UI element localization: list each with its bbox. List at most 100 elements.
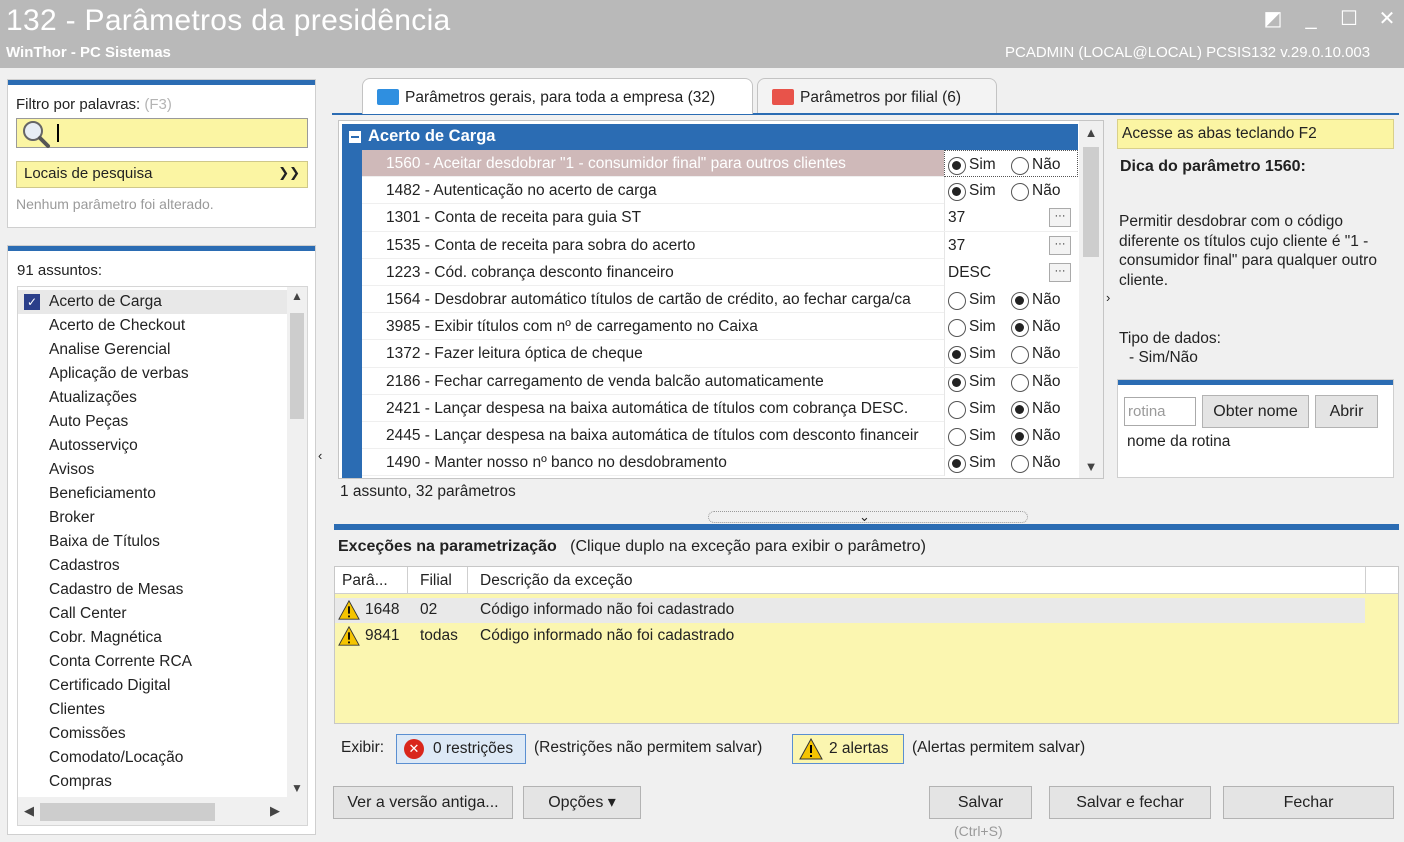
subject-item[interactable]: Aplicação de verbas [18,362,288,386]
scroll-left-icon[interactable]: ◀ [24,803,34,819]
maximize-icon[interactable]: ☐ [1336,6,1362,32]
minimize-icon[interactable]: _ [1298,6,1324,32]
radio-nao[interactable]: Não [1011,373,1060,392]
radio-nao[interactable]: Não [1011,318,1060,338]
alerts-filter-button[interactable]: 2 alertas [792,734,904,764]
scroll-up-icon[interactable]: ▲ [1079,125,1103,140]
subject-item[interactable]: Clientes [18,698,288,722]
close-button[interactable]: Fechar [1223,786,1394,819]
ellipsis-button[interactable]: ··· [1049,235,1071,255]
parameter-value[interactable]: Sim Não [944,394,1078,422]
scroll-down-icon[interactable]: ▼ [287,781,307,795]
right-splitter[interactable]: › [1104,250,1116,350]
parameter-value[interactable]: Sim Não [944,313,1078,341]
radio-nao[interactable]: Não [1011,427,1060,446]
subject-item[interactable]: Atualizações [18,386,288,410]
subject-item[interactable]: Baixa de Títulos [18,530,288,554]
vertical-scrollbar[interactable]: ▲ ▼ [287,287,307,797]
subject-item[interactable]: Autosserviço [18,434,288,458]
parameter-value[interactable]: Sim Não [944,421,1078,449]
restrictions-filter-button[interactable]: ✕ 0 restrições [396,734,526,764]
vertical-splitter[interactable]: ‹ [316,340,328,570]
scroll-down-icon[interactable]: ▼ [1079,459,1103,474]
subject-item[interactable]: Cobr. Magnética [18,626,288,650]
subject-item[interactable]: Comissões [18,722,288,746]
open-button[interactable]: Abrir [1315,395,1378,428]
parameter-row[interactable]: 1372 - Fazer leitura óptica de cheque Sim… [362,340,1078,368]
parameter-value[interactable]: Sim Não [944,367,1078,395]
ellipsis-button[interactable]: ··· [1049,262,1071,282]
group-header[interactable]: Acerto de Carga [342,124,1078,150]
save-and-close-button[interactable]: Salvar e fechar [1049,786,1211,819]
filter-input[interactable] [16,118,308,148]
parameter-row[interactable]: 1482 - Autenticação no acerto de carga Si… [362,177,1078,205]
radio-nao[interactable]: Não [1011,291,1060,310]
parameter-row[interactable]: 2421 - Lançar despesa na baixa automátic… [362,394,1078,422]
parameter-row[interactable]: 3985 - Exibir títulos com nº de carregam… [362,313,1078,341]
subject-item[interactable]: Analise Gerencial [18,338,288,362]
options-button[interactable]: Opções ▾ [523,786,641,819]
subject-item[interactable]: Comodato/Locação [18,746,288,770]
parameter-row[interactable]: 1490 - Manter nosso nº banco no desdobra… [362,449,1078,477]
chevron-left-icon[interactable]: ‹ [318,448,322,463]
column-header-description[interactable]: Descrição da exceção [480,572,633,590]
get-name-button[interactable]: Obter nome [1202,395,1309,428]
scrollbar-thumb[interactable] [1083,147,1099,257]
subject-item[interactable]: Broker [18,506,288,530]
parameter-value[interactable]: Sim Não [944,449,1078,477]
parameter-text-value[interactable]: 37 [948,237,965,255]
radio-nao[interactable]: Não [1011,454,1060,474]
parameter-text-value[interactable]: DESC [948,264,991,282]
parameter-value[interactable]: 37 ··· [944,204,1078,232]
radio-sim[interactable]: Sim [948,318,996,338]
checkbox-checked-icon[interactable]: ✓ [24,294,40,310]
horizontal-scrollbar[interactable]: ◀ ▶ [18,797,307,825]
subject-item[interactable]: Certificado Digital [18,674,288,698]
radio-nao[interactable]: Não [1011,182,1060,202]
radio-nao[interactable]: Não [1011,345,1060,365]
scroll-up-icon[interactable]: ▲ [287,289,307,303]
subject-item[interactable]: Beneficiamento [18,482,288,506]
subject-item[interactable]: Auto Peças [18,410,288,434]
parameter-row[interactable]: 2445 - Lançar despesa na baixa automátic… [362,421,1078,450]
parameter-text-value[interactable]: 37 [948,209,965,227]
parameter-value[interactable]: Sim Não [944,150,1078,177]
vertical-scrollbar[interactable]: ▲ ▼ [1079,121,1103,478]
scrollbar-thumb[interactable] [40,803,215,821]
routine-input[interactable]: rotina [1124,397,1196,426]
parameter-value[interactable]: Sim Não [944,177,1078,205]
subject-item[interactable]: Conta Corrente RCA [18,650,288,674]
tab-branch-parameters[interactable]: Parâmetros por filial (6) [757,78,997,114]
radio-sim[interactable]: Sim [948,345,996,365]
radio-sim[interactable]: Sim [948,373,996,392]
scroll-right-icon[interactable]: ▶ [270,803,280,819]
scrollbar-thumb[interactable] [290,313,304,419]
column-header-param[interactable]: Parâ... [342,572,388,590]
parameter-row[interactable]: 1301 - Conta de receita para guia ST 37 ··… [362,204,1078,232]
parameter-value[interactable]: DESC ··· [944,258,1078,286]
radio-sim[interactable]: Sim [948,454,996,474]
save-button[interactable]: Salvar [929,786,1032,819]
horizontal-splitter[interactable]: ⌄ [708,509,1028,524]
subject-item[interactable]: Cadastro de Mesas [18,578,288,602]
column-header-filial[interactable]: Filial [420,572,452,590]
subject-item[interactable]: Compras [18,770,288,794]
radio-sim[interactable]: Sim [948,427,996,446]
radio-sim[interactable]: Sim [948,291,996,310]
subject-item[interactable]: Acerto de Checkout [18,314,288,338]
close-icon[interactable]: ✕ [1374,6,1400,32]
parameter-row[interactable]: 2186 - Fechar carregamento de venda balc… [362,367,1078,395]
subject-item[interactable]: Avisos [18,458,288,482]
ellipsis-button[interactable]: ··· [1049,208,1071,228]
parameter-row[interactable]: 1535 - Conta de receita para sobra do ac… [362,231,1078,259]
parameter-value[interactable]: Sim Não [944,340,1078,368]
subject-item[interactable]: ✓ Acerto de Carga [18,290,288,314]
parameter-value[interactable]: 37 ··· [944,231,1078,259]
radio-nao[interactable]: Não [1011,156,1060,175]
parameter-row[interactable]: 1560 - Aceitar desdobrar "1 - consumidor… [362,150,1078,178]
subject-item[interactable]: Call Center [18,602,288,626]
parameter-value[interactable]: Sim Não [944,285,1078,313]
radio-sim[interactable]: Sim [948,182,996,202]
search-locations-dropdown[interactable]: Locais de pesquisa ❯❯ [16,161,308,188]
radio-sim[interactable]: Sim [948,156,996,175]
